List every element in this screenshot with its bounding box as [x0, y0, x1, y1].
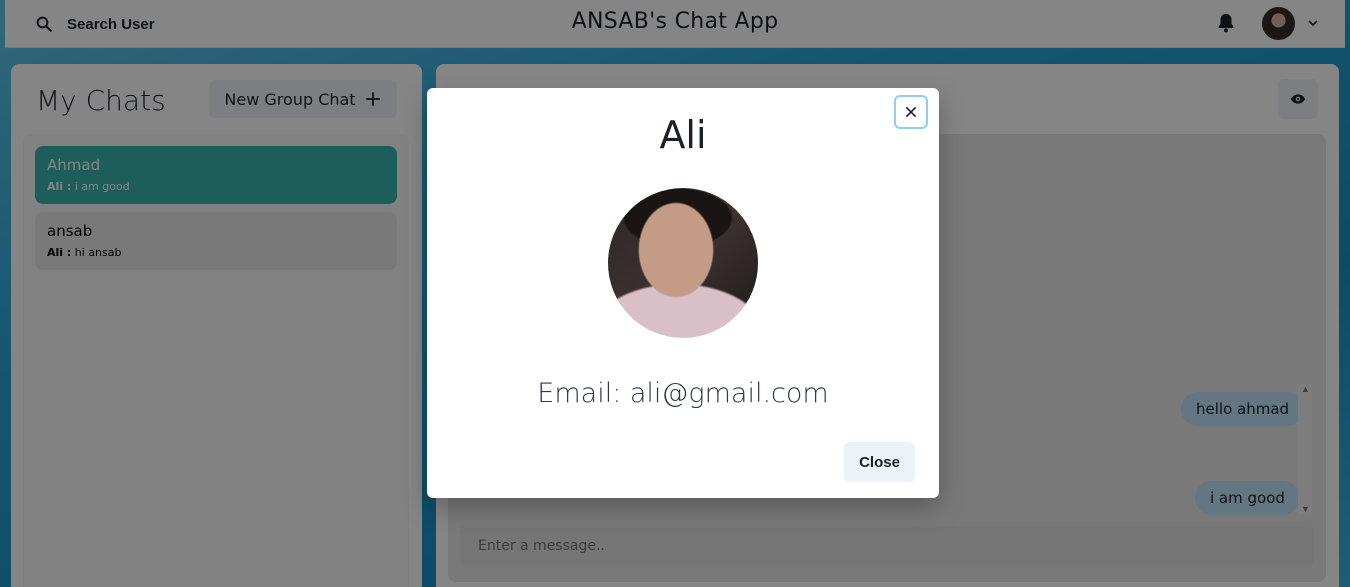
close-button[interactable]: Close — [844, 442, 915, 482]
profile-picture — [608, 188, 758, 338]
close-icon — [905, 106, 917, 118]
profile-modal: Ali Email: ali@gmail.com Close — [427, 88, 939, 498]
modal-close-x-button[interactable] — [894, 95, 928, 129]
modal-title: Ali — [659, 113, 707, 157]
profile-email: Email: ali@gmail.com — [537, 378, 829, 409]
